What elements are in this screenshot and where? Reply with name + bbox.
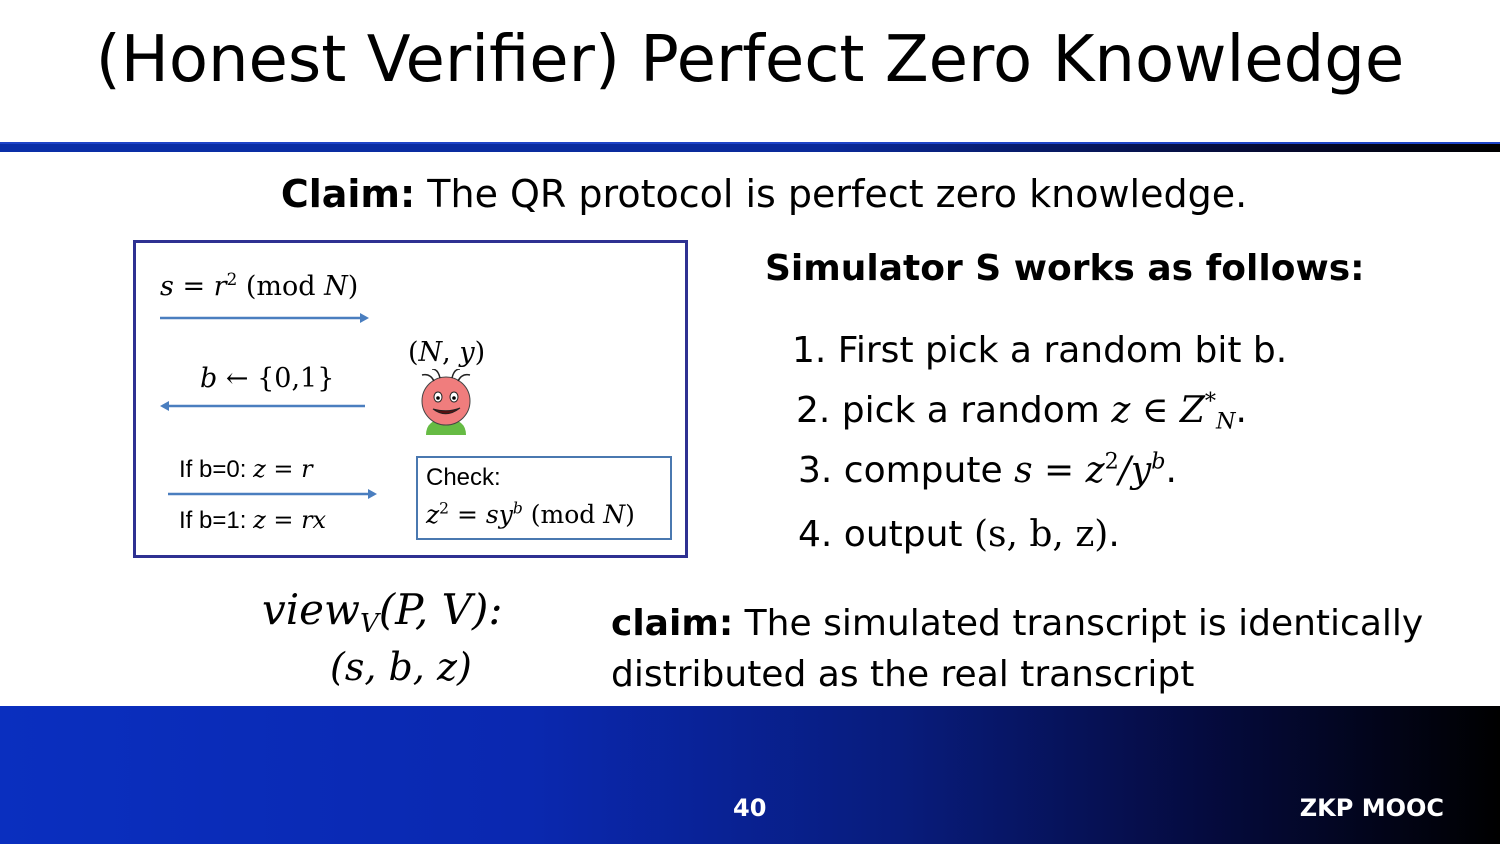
step-1: 1. First pick a random bit b. xyxy=(792,330,1288,371)
var-y: y xyxy=(459,337,475,368)
equals-sign: = xyxy=(173,271,214,302)
case-label: If b=1: xyxy=(179,507,254,534)
superscript: b xyxy=(1151,448,1166,475)
arrow-left-icon xyxy=(160,401,365,411)
step-math: z ∈ Z xyxy=(1111,390,1205,431)
exponent: 2 xyxy=(439,499,450,518)
step-text: 2. pick a random xyxy=(796,390,1112,431)
paren-open: ( xyxy=(408,337,419,368)
step-end: . xyxy=(1235,390,1247,431)
case-label: If b=0: xyxy=(179,456,254,483)
step-2: 2. pick a random z ∈ Z*N. xyxy=(796,388,1247,433)
exponent: 2 xyxy=(226,268,238,289)
comma: , xyxy=(442,337,460,368)
var-N: N xyxy=(603,500,626,529)
step-math: (s, b, z) xyxy=(973,514,1109,555)
step-math: /y xyxy=(1118,450,1152,491)
step-4: 4. output (s, b, z). xyxy=(798,514,1120,555)
bottom-claim-text: The simulated transcript is identically … xyxy=(611,603,1424,695)
bit-set: {0,1} xyxy=(257,363,335,394)
mod-close: ) xyxy=(347,271,359,302)
step-text: 3. compute xyxy=(798,450,1015,491)
mod-open: (mod xyxy=(522,500,604,529)
step-end: . xyxy=(1108,514,1120,555)
verifier-check: Check: z2 = syb (mod N) xyxy=(416,456,672,540)
sample-arrow: ← xyxy=(217,363,258,394)
verifier-input: (N, y) xyxy=(408,337,485,368)
var-r: r xyxy=(213,271,227,302)
slide-title: (Honest Verifier) Perfect Zero Knowledge xyxy=(95,23,1405,97)
check-equation: z2 = syb (mod N) xyxy=(426,500,635,530)
exponent: b xyxy=(512,499,523,518)
var-z: z xyxy=(426,500,440,529)
message-challenge: b ← {0,1} xyxy=(200,363,334,394)
title-divider xyxy=(0,142,1500,152)
response-b0: If b=0: z = r xyxy=(179,455,313,484)
paren-close: ) xyxy=(474,337,486,368)
view-label: viewV(P, V): xyxy=(262,585,503,637)
view-subscript: V xyxy=(359,608,379,639)
verifier-face-icon xyxy=(421,369,471,435)
var-N: N xyxy=(324,271,348,302)
response-expr: z = r xyxy=(253,455,313,483)
arrow-right-icon xyxy=(160,313,369,323)
view-args: (P, V): xyxy=(378,585,503,634)
simulator-title: Simulator S works as follows: xyxy=(765,248,1365,289)
equals-sign: = xyxy=(449,500,486,529)
var-s: s xyxy=(160,271,174,302)
arrow-right-icon xyxy=(168,489,377,499)
subscript: N xyxy=(1215,408,1236,435)
superscript: 2 xyxy=(1104,448,1119,475)
bottom-claim-label: claim: xyxy=(611,603,734,644)
course-brand: ZKP MOOC xyxy=(1299,794,1444,822)
top-claim: Claim: The QR protocol is perfect zero k… xyxy=(0,172,1500,216)
page-number: 40 xyxy=(733,794,767,822)
slide-footer: 40 ZKP MOOC xyxy=(0,706,1500,844)
view-value: (s, b, z) xyxy=(330,645,472,689)
top-claim-text: The QR protocol is perfect zero knowledg… xyxy=(415,172,1248,216)
var-b: b xyxy=(200,363,218,394)
view-name: view xyxy=(262,585,360,634)
response-b1: If b=1: z = rx xyxy=(179,506,326,535)
step-end: . xyxy=(1165,450,1177,491)
check-label: Check: xyxy=(426,464,501,491)
bottom-claim: claim: The simulated transcript is ident… xyxy=(611,598,1481,700)
mod-close: ) xyxy=(625,500,635,529)
top-claim-label: Claim: xyxy=(280,172,416,216)
step-text: 4. output xyxy=(798,514,974,555)
message-commitment: s = r2 (mod N) xyxy=(160,271,358,302)
var-N: N xyxy=(418,337,443,368)
mod-open: (mod xyxy=(237,271,325,302)
response-expr: z = rx xyxy=(253,506,327,534)
step-3: 3. compute s = z2/yb. xyxy=(798,450,1177,491)
superscript: * xyxy=(1204,388,1216,415)
var-sy: sy xyxy=(485,500,513,529)
protocol-diagram: s = r2 (mod N) b ← {0,1} (N, y) If b=0: … xyxy=(133,240,688,558)
step-math: s = z xyxy=(1014,450,1105,491)
